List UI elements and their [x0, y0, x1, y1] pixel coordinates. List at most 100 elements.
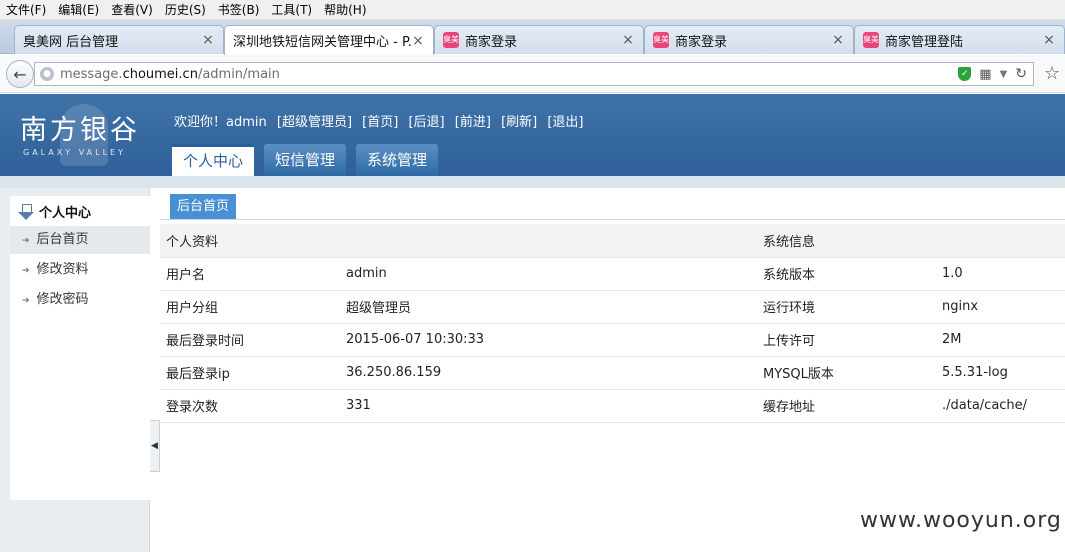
refresh-link[interactable]: [刷新]	[501, 115, 537, 130]
sidebar-item-label: 修改资料	[36, 262, 89, 277]
table-cell: admin	[340, 257, 757, 291]
browser-tab-2[interactable]: 深圳地铁短信网关管理中心 - P... ×	[224, 25, 434, 55]
browser-tab-title: 商家管理登陆	[885, 34, 964, 50]
close-icon[interactable]: ×	[1042, 32, 1056, 48]
header-divider	[0, 176, 1065, 188]
table-cell: 用户名	[160, 257, 340, 291]
navigation-bar: ← ● message.choumei.cn/admin/main ✓ ▦ ▼ …	[0, 55, 1065, 93]
app-header: 南方银谷 GALAXY VALLEY 欢迎你！admin [超级管理员] [首页…	[0, 94, 1065, 176]
shield-icon[interactable]: ✓	[958, 67, 972, 81]
table-row: 用户分组 超级管理员 运行环境 nginx	[160, 290, 1065, 324]
sidebar-heading[interactable]: 个人中心	[18, 202, 91, 221]
table-cell: 2M	[936, 323, 1065, 357]
close-icon[interactable]: ×	[621, 32, 635, 48]
menu-file[interactable]: 文件(F)	[0, 0, 52, 20]
globe-icon: ●	[40, 67, 54, 81]
table-cell: 上传许可	[757, 323, 936, 357]
menu-view[interactable]: 查看(V)	[105, 0, 159, 20]
table-cell: 运行环境	[757, 290, 936, 324]
table-cell: 5.5.31-log	[936, 356, 1065, 390]
back-link[interactable]: [后退]	[408, 115, 444, 130]
table-header-row: 个人资料 系统信息	[160, 224, 1065, 258]
logo-name-en: GALAXY VALLEY	[23, 148, 126, 157]
tab-system-management[interactable]: 系统管理	[356, 144, 439, 176]
sidebar: 个人中心 ➔ 后台首页 ➔ 修改资料 ➔ 修改密码	[0, 188, 150, 552]
info-table: 个人资料 系统信息 用户名 admin 系统版本 1.0 用户分组 超级管理员 …	[160, 224, 1065, 423]
menu-bookmarks[interactable]: 书签(B)	[212, 0, 266, 20]
table-cell: 最后登录时间	[160, 323, 340, 357]
qr-code-icon[interactable]: ▦	[979, 67, 991, 82]
table-cell: nginx	[936, 290, 1065, 324]
favicon-icon: 臭美	[653, 32, 669, 48]
browser-tab-title: 商家登录	[675, 34, 728, 50]
table-header-cell: 系统信息	[757, 224, 936, 258]
browser-tab-title: 臭美网 后台管理	[23, 34, 119, 50]
arrow-down-icon	[18, 203, 34, 220]
welcome-greeting: 欢迎你！admin	[174, 115, 267, 130]
main-content: 后台首页 个人资料 系统信息 用户名 admin 系统版本 1.0 用户分组 超…	[160, 188, 1065, 552]
sidebar-item-home[interactable]: ➔ 后台首页	[10, 226, 150, 254]
sidebar-heading-label: 个人中心	[39, 206, 92, 221]
favicon-icon: 臭美	[863, 32, 879, 48]
table-row: 用户名 admin 系统版本 1.0	[160, 257, 1065, 291]
bullet-arrow-icon: ➔	[22, 236, 30, 246]
sidebar-item-change-password[interactable]: ➔ 修改密码	[10, 286, 150, 314]
table-cell: 用户分组	[160, 290, 340, 324]
table-header-cell	[936, 224, 1065, 258]
sidebar-collapse-toggle[interactable]: ◀	[150, 420, 160, 472]
table-cell: 1.0	[936, 257, 1065, 291]
logout-link[interactable]: [退出]	[547, 115, 583, 130]
browser-tab-strip: 臭美网 后台管理 × 深圳地铁短信网关管理中心 - P... × 臭美 商家登录…	[0, 20, 1065, 55]
table-header-cell: 个人资料	[160, 224, 340, 258]
watermark: www.wooyun.org	[860, 508, 1062, 533]
close-icon[interactable]: ×	[201, 32, 215, 48]
menu-edit[interactable]: 编辑(E)	[52, 0, 105, 20]
home-link[interactable]: [首页]	[362, 115, 398, 130]
sidebar-panel: 个人中心 ➔ 后台首页 ➔ 修改资料 ➔ 修改密码	[10, 196, 150, 500]
menu-bar: 文件(F) 编辑(E) 查看(V) 历史(S) 书签(B) 工具(T) 帮助(H…	[0, 0, 1065, 20]
table-row: 最后登录时间 2015-06-07 10:30:33 上传许可 2M	[160, 323, 1065, 357]
browser-tab-1[interactable]: 臭美网 后台管理 ×	[14, 25, 224, 54]
browser-tab-title: 深圳地铁短信网关管理中心 - P...	[233, 35, 411, 50]
favicon-icon: 臭美	[443, 32, 459, 48]
sidebar-item-label: 后台首页	[36, 232, 89, 247]
bookmark-star-icon[interactable]: ☆	[1044, 63, 1060, 84]
menu-tools[interactable]: 工具(T)	[265, 0, 318, 20]
reload-icon[interactable]: ↻	[1015, 66, 1027, 82]
table-row: 登录次数 331 缓存地址 ./data/cache/	[160, 389, 1065, 423]
bullet-arrow-icon: ➔	[22, 266, 30, 276]
url-text: message.choumei.cn/admin/main	[60, 66, 280, 82]
bullet-arrow-icon: ➔	[22, 296, 30, 306]
table-cell: MYSQL版本	[757, 356, 936, 390]
browser-tab-3[interactable]: 臭美 商家登录 ×	[434, 25, 644, 54]
browser-tab-4[interactable]: 臭美 商家登录 ×	[644, 25, 854, 54]
tab-sms-management[interactable]: 短信管理	[264, 144, 347, 176]
browser-tab-title: 商家登录	[465, 34, 518, 50]
tab-dashboard-home[interactable]: 后台首页	[170, 194, 237, 219]
sidebar-item-edit-profile[interactable]: ➔ 修改资料	[10, 256, 150, 284]
role-link[interactable]: [超级管理员]	[277, 115, 352, 130]
table-cell: 2015-06-07 10:30:33	[340, 323, 757, 357]
table-cell: 超级管理员	[340, 290, 757, 324]
menu-help[interactable]: 帮助(H)	[318, 0, 372, 20]
tab-underline	[160, 219, 1065, 220]
table-cell: ./data/cache/	[936, 389, 1065, 423]
table-cell: 331	[340, 389, 757, 423]
table-cell: 登录次数	[160, 389, 340, 423]
table-row: 最后登录ip 36.250.86.159 MYSQL版本 5.5.31-log	[160, 356, 1065, 390]
arrow-left-icon: ←	[13, 64, 27, 84]
sidebar-item-label: 修改密码	[36, 292, 89, 307]
menu-history[interactable]: 历史(S)	[159, 0, 212, 20]
url-bar[interactable]: ● message.choumei.cn/admin/main ✓ ▦ ▼ ↻	[34, 62, 1034, 86]
chevron-down-icon[interactable]: ▼	[1000, 69, 1008, 80]
tab-personal-center[interactable]: 个人中心	[172, 144, 255, 176]
logo-name-cn: 南方银谷	[20, 115, 140, 146]
table-cell: 缓存地址	[757, 389, 936, 423]
close-icon[interactable]: ×	[831, 32, 845, 48]
forward-link[interactable]: [前进]	[455, 115, 491, 130]
browser-tab-5[interactable]: 臭美 商家管理登陆 ×	[854, 25, 1065, 54]
close-icon[interactable]: ×	[411, 33, 425, 49]
table-header-cell	[340, 224, 757, 258]
welcome-bar: 欢迎你！admin [超级管理员] [首页] [后退] [前进] [刷新] [退…	[174, 111, 590, 130]
back-button[interactable]: ←	[6, 60, 34, 88]
